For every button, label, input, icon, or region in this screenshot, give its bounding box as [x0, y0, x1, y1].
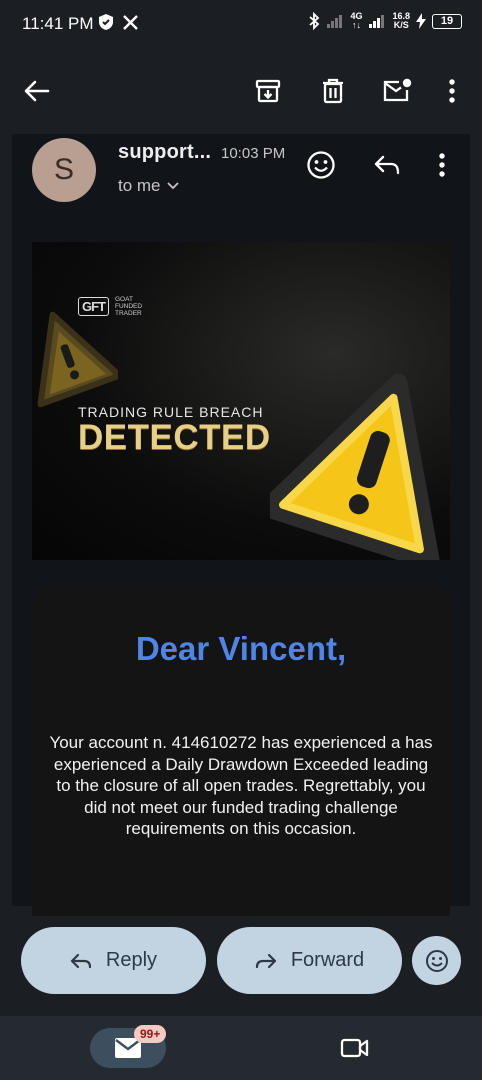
status-time: 11:41 PM	[22, 14, 94, 33]
reply-arrow-icon	[70, 953, 92, 968]
data-speed: 16.8 K/S	[392, 11, 410, 30]
react-button[interactable]	[412, 936, 461, 985]
app-top-bar	[0, 48, 482, 134]
battery-indicator: 19	[432, 13, 462, 29]
reply-label: Reply	[105, 949, 158, 971]
mark-unread-button[interactable]	[380, 74, 414, 108]
status-bar: 11:41 PM 4G ↑↓ 16.8 K/S 19	[0, 0, 482, 48]
forward-button[interactable]: Forward	[217, 927, 402, 994]
shield-icon	[99, 14, 113, 30]
brand-logo: GFT GOAT FUNDED TRADER	[78, 296, 155, 317]
forward-arrow-icon	[255, 953, 276, 968]
forward-label: Forward	[290, 949, 365, 971]
emoji-icon	[307, 151, 335, 179]
archive-icon	[255, 79, 281, 103]
sender-name[interactable]: support...	[118, 141, 211, 164]
signal-icon-2	[369, 15, 385, 28]
video-camera-icon	[340, 1038, 369, 1058]
emoji-icon	[425, 949, 448, 972]
reply-icon	[374, 155, 400, 175]
trash-icon	[323, 78, 343, 104]
more-vert-icon	[439, 153, 445, 177]
bluetooth-icon	[309, 12, 320, 30]
nav-meet[interactable]	[340, 1037, 370, 1064]
reply-button[interactable]: Reply	[21, 927, 206, 994]
back-button[interactable]	[20, 74, 54, 108]
signal-icon	[327, 15, 343, 28]
gft-logo: GFT	[78, 297, 109, 316]
warning-sign-small-icon	[37, 311, 118, 408]
add-reaction-button[interactable]	[304, 148, 338, 182]
email-time: 10:03 PM	[221, 145, 286, 162]
recipient-toggle[interactable]: to me	[118, 176, 179, 196]
message-card: Dear Vincent, Your account n. 414610272 …	[32, 586, 450, 916]
banner-title: DETECTED	[78, 418, 271, 457]
reply-icon-button[interactable]	[370, 150, 404, 180]
warning-sign-large-icon	[270, 373, 440, 560]
mark-unread-icon	[383, 78, 412, 102]
x-app-icon	[123, 14, 138, 30]
more-vert-icon	[449, 79, 455, 103]
unread-badge: 99+	[134, 1025, 167, 1043]
network-type: 4G ↑↓	[350, 11, 363, 30]
back-arrow-icon	[24, 80, 50, 102]
avatar[interactable]: S	[32, 138, 96, 202]
message-body: Your account n. 414610272 has experience…	[49, 733, 433, 838]
email-banner-image: GFT GOAT FUNDED TRADER TRADING RULE BREA…	[32, 242, 450, 560]
email-content: S support... 10:03 PM to me GFT GOAT FUN…	[12, 134, 470, 916]
recipient-label: to me	[118, 176, 161, 195]
bottom-navigation: 99+	[0, 1016, 482, 1080]
more-options-button[interactable]	[440, 74, 464, 108]
charging-icon	[416, 13, 426, 29]
chevron-down-icon	[166, 182, 179, 190]
greeting: Dear Vincent,	[135, 630, 347, 667]
brand-name: GOAT FUNDED TRADER	[115, 296, 143, 317]
email-more-button[interactable]	[430, 150, 454, 180]
archive-button[interactable]	[253, 74, 283, 108]
delete-button[interactable]	[318, 74, 348, 108]
